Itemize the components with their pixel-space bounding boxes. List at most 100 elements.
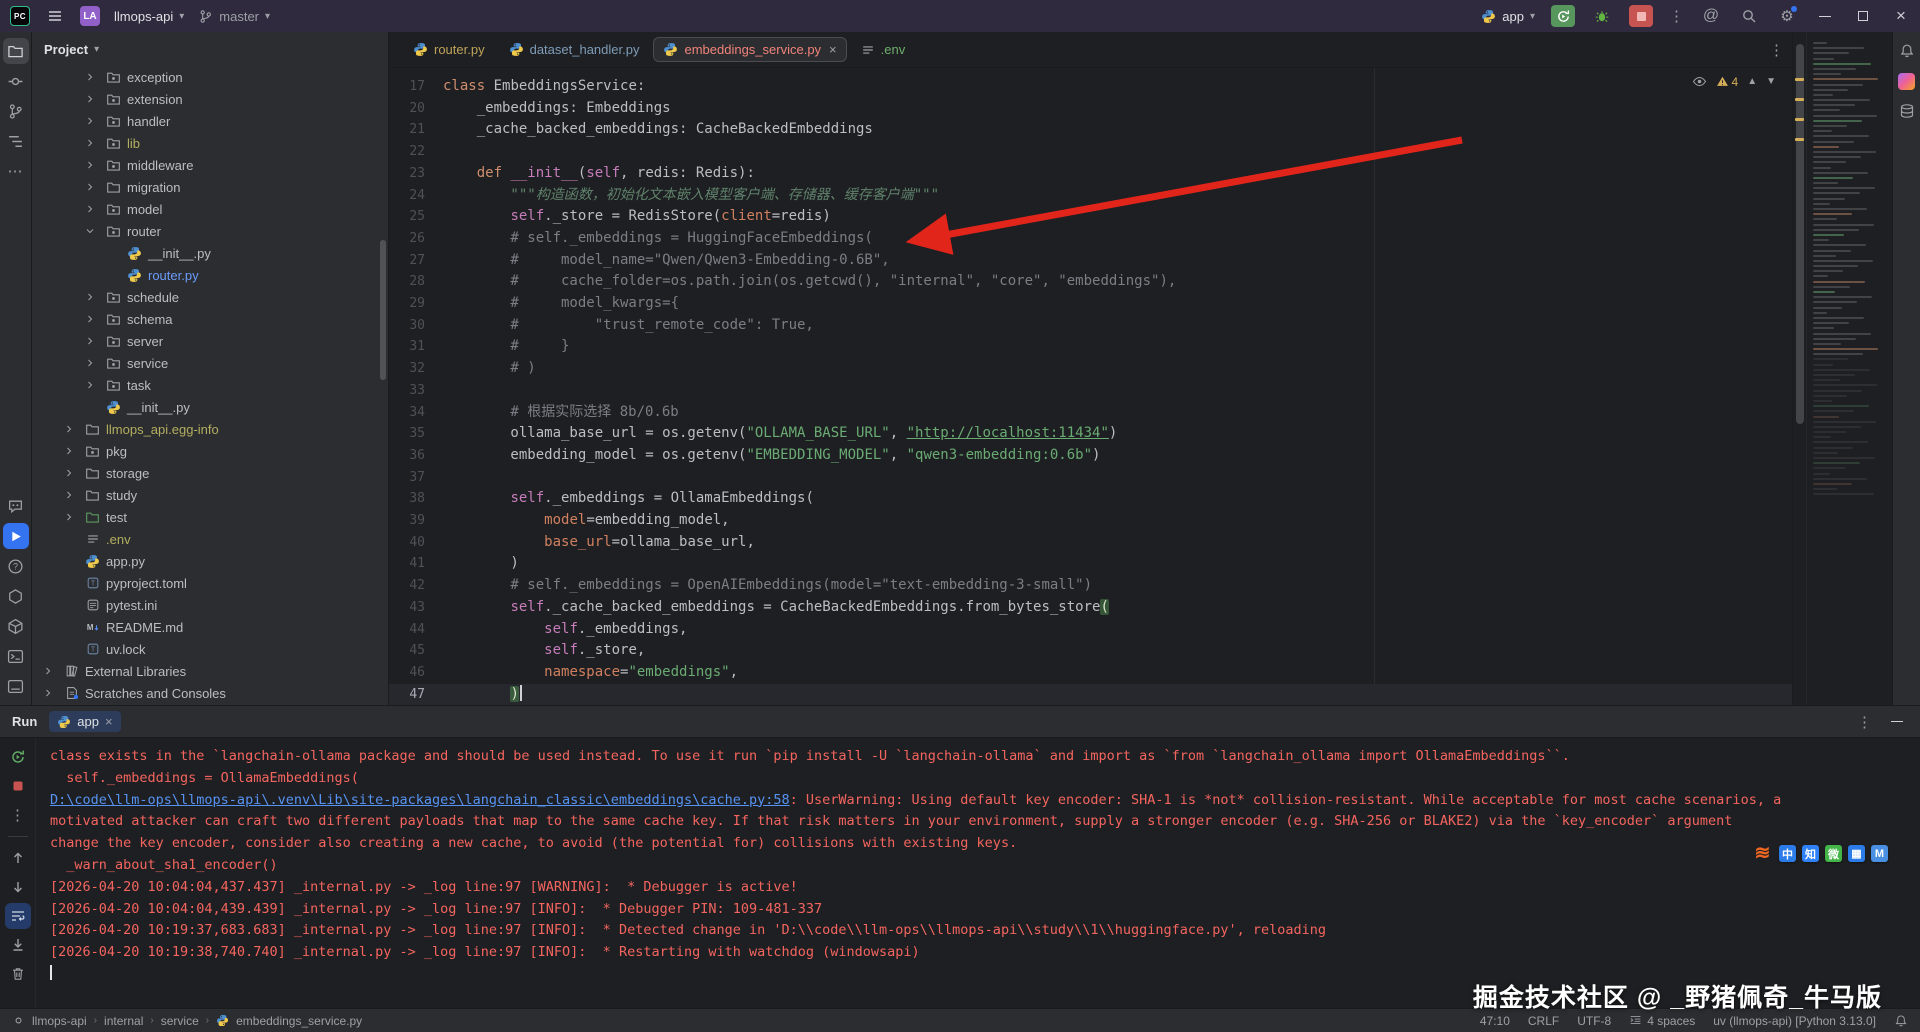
editor-tab-dataset-handler-py[interactable]: dataset_handler.py: [499, 37, 650, 62]
chevron-right-icon[interactable]: [84, 71, 100, 83]
chevron-right-icon[interactable]: [84, 335, 100, 347]
project-folder-icon[interactable]: [3, 38, 29, 64]
ai-assistant-icon[interactable]: [1894, 68, 1920, 94]
run-config-selector[interactable]: app▾: [1481, 9, 1535, 24]
chevron-right-icon[interactable]: [42, 665, 58, 677]
editor-tab-embeddings-service-py[interactable]: embeddings_service.py×: [653, 37, 846, 62]
services-icon[interactable]: [3, 583, 29, 609]
tree-item-pytest-ini[interactable]: pytest.ini: [32, 594, 388, 616]
chevron-right-icon[interactable]: [84, 357, 100, 369]
tree-item-llmops-api-egg-info[interactable]: llmops_api.egg-info: [32, 418, 388, 440]
tree-item-exception[interactable]: exception: [32, 66, 388, 88]
git-branch-icon[interactable]: [3, 98, 29, 124]
tree-item-scratches-and-consoles[interactable]: Scratches and Consoles: [32, 682, 388, 704]
chevron-right-icon[interactable]: [84, 159, 100, 171]
chevron-right-icon[interactable]: [84, 291, 100, 303]
project-avatar[interactable]: LA: [80, 6, 100, 26]
tree-item-pkg[interactable]: pkg: [32, 440, 388, 462]
clear-icon[interactable]: [5, 961, 31, 987]
inspection-widget[interactable]: 4 ▲ ▼: [1686, 72, 1783, 91]
arrow-up-icon[interactable]: [5, 845, 31, 871]
close-icon[interactable]: ×: [105, 714, 113, 729]
tree-item--init-py[interactable]: __init__.py: [32, 396, 388, 418]
tree-item-uv-lock[interactable]: Tuv.lock: [32, 638, 388, 660]
search-everywhere-icon[interactable]: [1738, 5, 1760, 27]
tree-item-migration[interactable]: migration: [32, 176, 388, 198]
close-icon[interactable]: ×: [829, 42, 837, 57]
run-tab-app[interactable]: app ×: [49, 711, 120, 732]
breadcrumb-service[interactable]: service: [161, 1014, 199, 1028]
tree-item-lib[interactable]: lib: [32, 132, 388, 154]
status-47-10[interactable]: 47:10: [1480, 1014, 1510, 1028]
run-more-options-icon[interactable]: ⋮: [1669, 7, 1684, 25]
chevron-right-icon[interactable]: [63, 489, 79, 501]
tree-item-task[interactable]: task: [32, 374, 388, 396]
tree-item-external-libraries[interactable]: External Libraries: [32, 660, 388, 682]
chevron-right-icon[interactable]: [84, 379, 100, 391]
status-4[interactable]: 4 spaces: [1629, 1014, 1695, 1028]
tree-item-test[interactable]: test: [32, 506, 388, 528]
hide-panel-icon[interactable]: [1886, 711, 1908, 733]
status-uv[interactable]: uv (llmops-api) [Python 3.13.0]: [1713, 1014, 1876, 1028]
more-icon[interactable]: ⋮: [5, 802, 31, 828]
editor[interactable]: 17class EmbeddingsService:20 _embeddings…: [389, 68, 1792, 705]
chevron-right-icon[interactable]: [84, 313, 100, 325]
tree-item--env[interactable]: .env: [32, 528, 388, 550]
tree-item-study[interactable]: study: [32, 484, 388, 506]
project-selector[interactable]: llmops-api▾: [114, 9, 184, 24]
minimap[interactable]: [1806, 32, 1892, 705]
main-menu-icon[interactable]: [44, 5, 66, 27]
tree-item-server[interactable]: server: [32, 330, 388, 352]
more-icon[interactable]: ⋯: [3, 158, 29, 184]
tree-item-router-py[interactable]: router.py: [32, 264, 388, 286]
notifications-icon[interactable]: [1894, 38, 1920, 64]
tree-item-middleware[interactable]: middleware: [32, 154, 388, 176]
warning-stripe-mark[interactable]: [1795, 98, 1804, 101]
stop-icon[interactable]: [5, 773, 31, 799]
branch-selector[interactable]: master▾: [198, 9, 270, 24]
tree-item-schedule[interactable]: schedule: [32, 286, 388, 308]
chevron-right-icon[interactable]: [84, 137, 100, 149]
warning-stripe-mark[interactable]: [1795, 78, 1804, 81]
terminal-icon[interactable]: [3, 673, 29, 699]
notifications-bell-icon[interactable]: [1894, 1014, 1908, 1028]
arrow-down-icon[interactable]: [5, 874, 31, 900]
tree-item--init-py[interactable]: __init__.py: [32, 242, 388, 264]
tree-item-readme-md[interactable]: MREADME.md: [32, 616, 388, 638]
warning-count-badge[interactable]: 4: [1716, 75, 1739, 89]
chevron-right-icon[interactable]: [84, 203, 100, 215]
highlight-level-icon[interactable]: [1692, 74, 1707, 89]
stack-trace-link[interactable]: D:\code\llm-ops\llmops-api\.venv\Lib\sit…: [50, 792, 790, 808]
chevron-right-icon[interactable]: [63, 511, 79, 523]
tree-item-schema[interactable]: schema: [32, 308, 388, 330]
rerun-button[interactable]: [1551, 5, 1575, 27]
window-close-button[interactable]: ×: [1890, 5, 1912, 27]
commit-icon[interactable]: [3, 68, 29, 94]
window-maximize-button[interactable]: [1852, 5, 1874, 27]
settings-gear-icon[interactable]: ⚙: [1776, 5, 1798, 27]
breadcrumb-internal[interactable]: internal: [104, 1014, 143, 1028]
tree-item-app-py[interactable]: app.py: [32, 550, 388, 572]
project-panel-header[interactable]: Project ▾: [32, 32, 388, 66]
warning-stripe-mark[interactable]: [1795, 138, 1804, 141]
tree-item-storage[interactable]: storage: [32, 462, 388, 484]
editor-scrollbar-thumb[interactable]: [1796, 44, 1804, 424]
breadcrumb-embeddings-service-py[interactable]: embeddings_service.py: [236, 1014, 362, 1028]
python-console-icon[interactable]: [3, 643, 29, 669]
chevron-right-icon[interactable]: [63, 423, 79, 435]
editor-tab--env[interactable]: .env: [851, 37, 916, 62]
editor-tab-router-py[interactable]: router.py: [403, 37, 495, 62]
ai-assistant-at-icon[interactable]: @: [1700, 5, 1722, 27]
project-scrollbar[interactable]: [380, 240, 386, 380]
chevron-right-icon[interactable]: [42, 687, 58, 699]
warning-stripe-mark[interactable]: [1795, 118, 1804, 121]
tree-item-handler[interactable]: handler: [32, 110, 388, 132]
stop-button[interactable]: [1629, 5, 1653, 27]
soft-wrap-icon[interactable]: [5, 903, 31, 929]
chevron-right-icon[interactable]: [84, 115, 100, 127]
problems-icon[interactable]: ?: [3, 553, 29, 579]
database-icon[interactable]: [1894, 98, 1920, 124]
next-problem-icon[interactable]: ▼: [1766, 76, 1776, 87]
tree-item-extension[interactable]: extension: [32, 88, 388, 110]
run-icon[interactable]: [3, 523, 29, 549]
